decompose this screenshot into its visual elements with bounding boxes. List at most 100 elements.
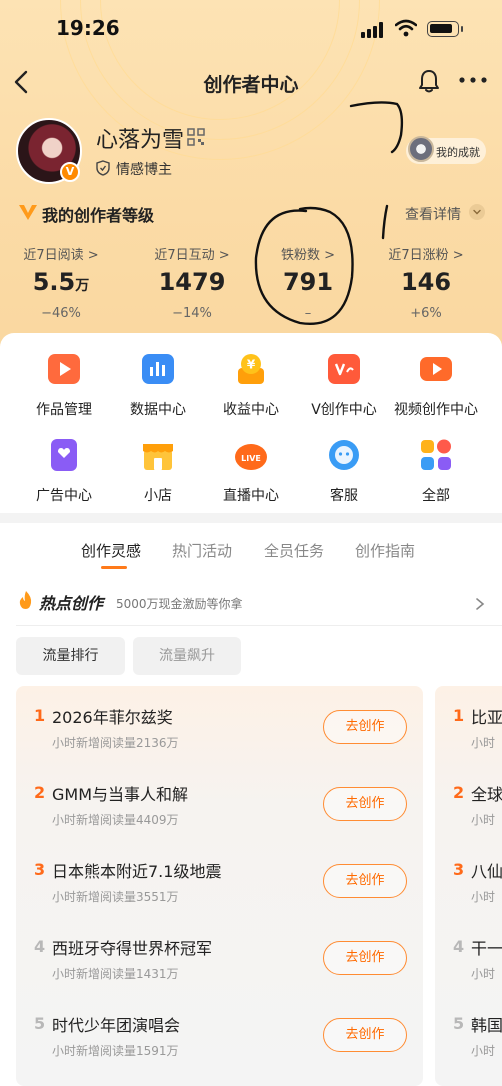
stat-label: 近7日阅读 > xyxy=(23,248,99,263)
list-item[interactable]: 1 比亚 小时 xyxy=(435,686,502,763)
list-item[interactable]: 3 八仙 小时 xyxy=(435,840,502,917)
bell-icon[interactable] xyxy=(417,68,441,94)
stat-change: −14% xyxy=(172,306,212,321)
wifi-icon xyxy=(395,19,417,37)
stat-weekly-interactions[interactable]: 近7日互动 > 1479 −14% xyxy=(132,244,252,321)
tool-label: 客服 xyxy=(330,488,358,504)
tool-v-creation[interactable]: V创作中心 xyxy=(296,352,392,419)
stat-change: – xyxy=(304,306,312,321)
ranking-card-next: 1 比亚 小时 2 全球 小时 3 八仙 小时 4 干一 小时 5 韩国 小时 xyxy=(435,686,502,1086)
tab-creation-guide[interactable]: 创作指南 xyxy=(355,540,415,561)
flame-icon xyxy=(19,591,32,609)
stat-value: 5.5万 xyxy=(32,268,90,296)
create-button[interactable]: 去创作 xyxy=(323,787,407,821)
list-item[interactable]: 2 GMM与当事人和解 小时新增阅读量4409万 去创作 xyxy=(16,763,423,840)
status-bar: 19:26 xyxy=(0,0,502,60)
list-item[interactable]: 4 干一 小时 xyxy=(435,917,502,994)
chevron-down-icon[interactable] xyxy=(469,204,485,220)
svg-text:¥: ¥ xyxy=(247,358,256,372)
rank-number: 4 xyxy=(34,937,46,956)
tab-all-tasks[interactable]: 全员任务 xyxy=(264,540,324,561)
topic-stats: 小时 xyxy=(471,1044,496,1058)
tab-hot-events[interactable]: 热门活动 xyxy=(172,540,232,561)
list-item[interactable]: 5 韩国 小时 xyxy=(435,994,502,1071)
topic-stats: 小时新增阅读量1591万 xyxy=(52,1044,179,1058)
stat-weekly-reads[interactable]: 近7日阅读 > 5.5万 −46% xyxy=(1,244,121,321)
rank-number: 3 xyxy=(453,860,465,879)
data-center-icon xyxy=(142,354,174,384)
list-item[interactable]: 4 西班牙夺得世界杯冠军 小时新增阅读量1431万 去创作 xyxy=(16,917,423,994)
stat-loyal-fans[interactable]: 铁粉数 > 791 – xyxy=(248,244,368,321)
view-details-link[interactable]: 查看详情 xyxy=(405,204,461,224)
tool-label: 直播中心 xyxy=(223,488,279,504)
chip-traffic-ranking[interactable]: 流量排行 xyxy=(16,637,125,675)
create-button[interactable]: 去创作 xyxy=(323,864,407,898)
signal-icon xyxy=(361,22,387,38)
tool-ad-center[interactable]: 广告中心 xyxy=(16,438,112,505)
list-item[interactable]: 2 全球 小时 xyxy=(435,763,502,840)
divider xyxy=(16,625,502,626)
tool-works-manage[interactable]: 作品管理 xyxy=(16,352,112,419)
creator-level-title[interactable]: 我的创作者等级 xyxy=(42,202,154,226)
chip-traffic-surge[interactable]: 流量飙升 xyxy=(133,637,241,675)
battery-icon xyxy=(427,21,463,37)
topic-title: GMM与当事人和解 xyxy=(52,785,189,804)
hot-creation-subtitle: 5000万现金激励等你拿 xyxy=(116,597,243,611)
shop-icon xyxy=(143,444,173,470)
tool-income-center[interactable]: ¥ 收益中心 xyxy=(203,352,299,419)
rank-number: 2 xyxy=(34,783,46,802)
create-button[interactable]: 去创作 xyxy=(323,710,407,744)
tool-all[interactable]: 全部 xyxy=(388,438,484,505)
list-item[interactable]: 3 日本熊本附近7.1级地震 小时新增阅读量3551万 去创作 xyxy=(16,840,423,917)
chevron-right-icon[interactable] xyxy=(474,597,486,611)
v-creation-icon xyxy=(328,354,360,384)
tool-label: 数据中心 xyxy=(130,402,186,418)
stat-value: 146 xyxy=(400,268,452,296)
rank-number: 3 xyxy=(34,860,46,879)
stat-change: +6% xyxy=(410,306,442,321)
topic-stats: 小时新增阅读量3551万 xyxy=(52,890,179,904)
create-button[interactable]: 去创作 xyxy=(323,941,407,975)
stat-weekly-new-fans[interactable]: 近7日涨粉 > 146 +6% xyxy=(366,244,486,321)
topic-title: 比亚 xyxy=(471,708,502,727)
verified-badge-icon: V xyxy=(60,162,80,182)
topic-title: 日本熊本附近7.1级地震 xyxy=(52,862,222,881)
create-button[interactable]: 去创作 xyxy=(323,1018,407,1052)
ranking-card: 1 2026年菲尔兹奖 小时新增阅读量2136万 去创作 2 GMM与当事人和解… xyxy=(16,686,423,1086)
active-tab-indicator xyxy=(101,566,127,569)
more-icon[interactable] xyxy=(458,72,488,88)
all-apps-icon xyxy=(421,439,451,470)
tool-live-center[interactable]: LIVE 直播中心 xyxy=(203,438,299,505)
achievement-label: 我的成就 xyxy=(436,146,480,159)
tool-shop[interactable]: 小店 xyxy=(110,438,206,505)
tool-label: 作品管理 xyxy=(36,402,92,418)
list-item[interactable]: 5 时代少年团演唱会 小时新增阅读量1591万 去创作 xyxy=(16,994,423,1071)
topic-title: 西班牙夺得世界杯冠军 xyxy=(52,939,213,958)
rank-number: 2 xyxy=(453,783,465,802)
topic-stats: 小时 xyxy=(471,813,496,827)
tool-label: 小店 xyxy=(144,488,172,504)
qr-code-icon[interactable] xyxy=(187,128,205,146)
tab-inspiration[interactable]: 创作灵感 xyxy=(81,540,141,561)
topic-stats: 小时 xyxy=(471,967,496,981)
income-center-icon: ¥ xyxy=(238,354,264,384)
rank-number: 4 xyxy=(453,937,465,956)
topic-title: 全球 xyxy=(471,785,502,804)
tool-customer-service[interactable]: 客服 xyxy=(296,438,392,505)
rank-number: 1 xyxy=(453,706,465,725)
stat-label: 铁粉数 > xyxy=(280,248,336,263)
topic-stats: 小时新增阅读量4409万 xyxy=(52,813,179,827)
svg-text:LIVE: LIVE xyxy=(241,454,261,463)
tool-label: V创作中心 xyxy=(311,402,377,418)
topic-stats: 小时新增阅读量2136万 xyxy=(52,736,179,750)
ad-center-icon xyxy=(51,439,77,471)
tool-video-creation[interactable]: 视频创作中心 xyxy=(388,352,484,419)
tool-data-center[interactable]: 数据中心 xyxy=(110,352,206,419)
tool-label: 广告中心 xyxy=(36,488,92,504)
shield-icon xyxy=(96,160,110,176)
rank-number: 1 xyxy=(34,706,46,725)
status-time: 19:26 xyxy=(56,16,120,40)
list-item[interactable]: 1 2026年菲尔兹奖 小时新增阅读量2136万 去创作 xyxy=(16,686,423,763)
video-creation-icon xyxy=(420,357,452,381)
stat-label: 近7日互动 > xyxy=(154,248,230,263)
